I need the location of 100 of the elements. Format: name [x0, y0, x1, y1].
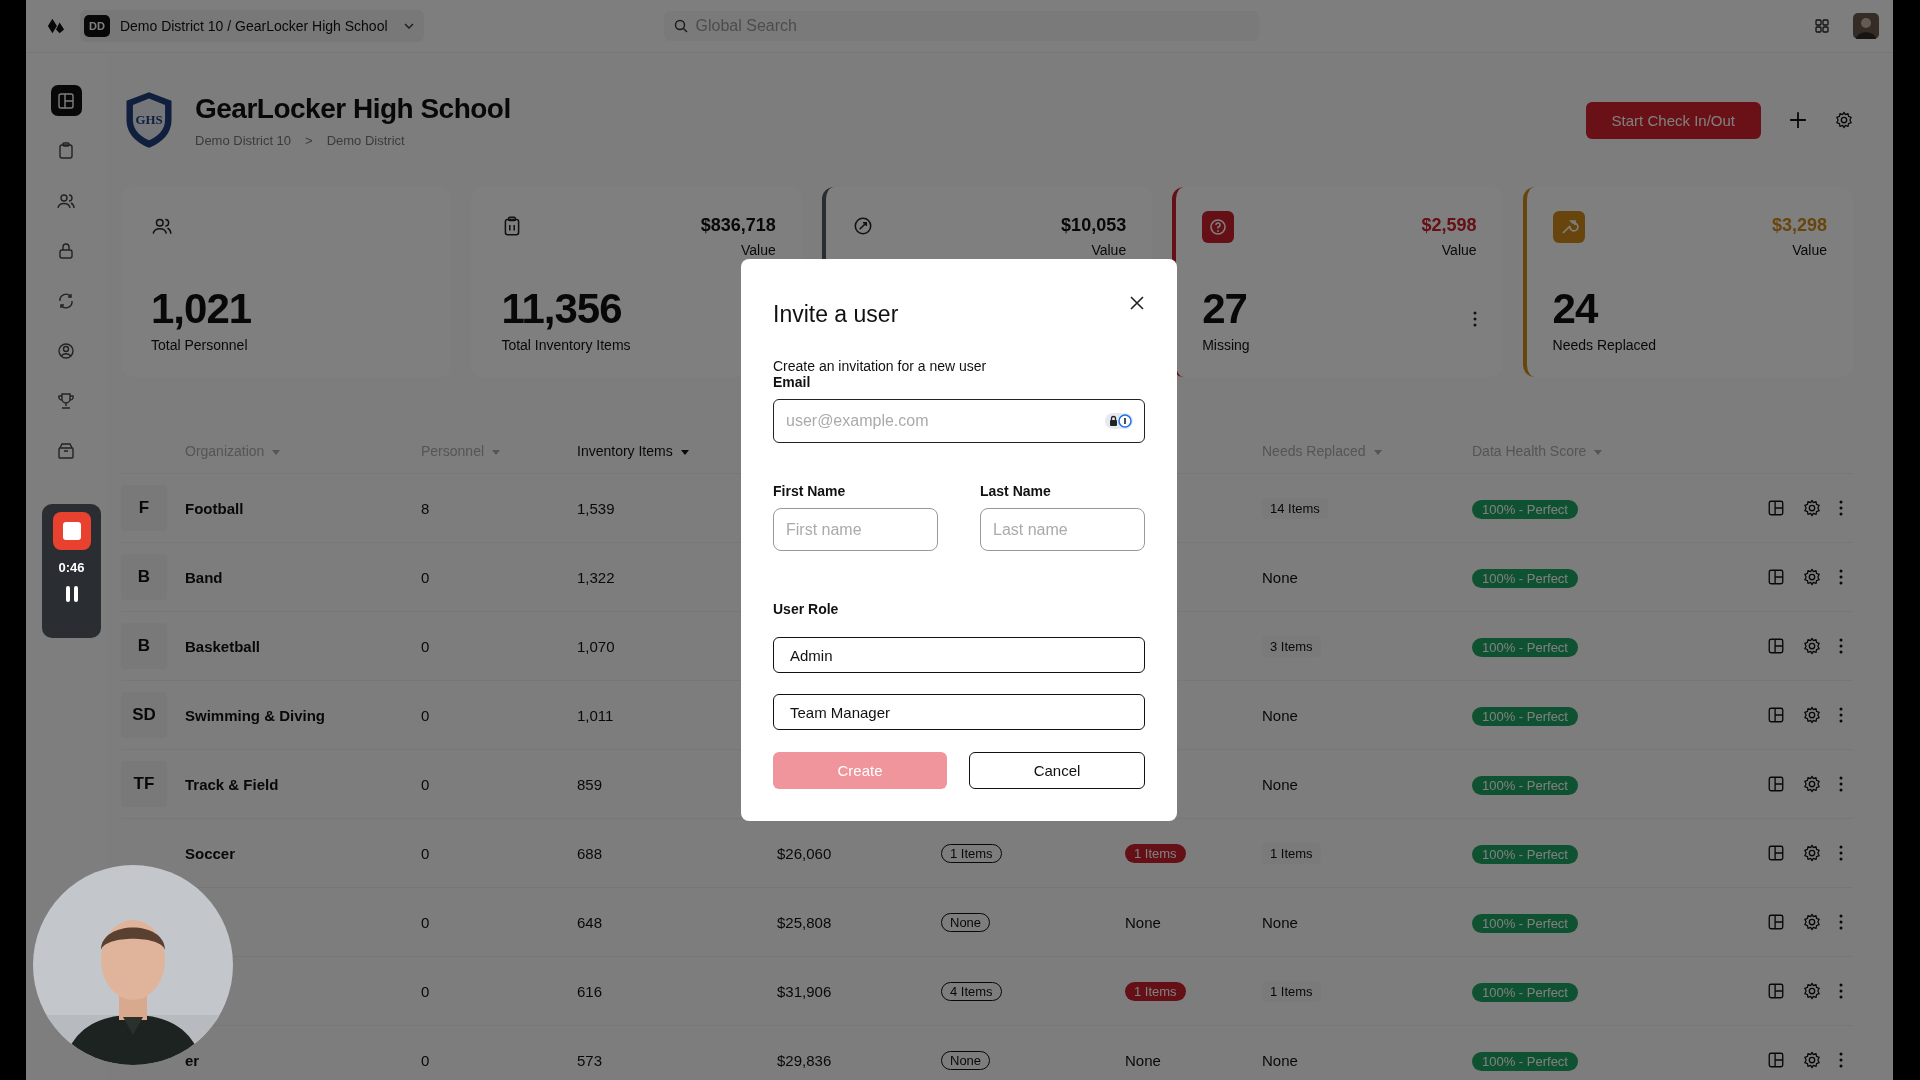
more-icon[interactable] — [1839, 638, 1843, 654]
box-icon — [56, 440, 76, 461]
stat-value: 27 — [1202, 285, 1248, 333]
health-badge: 100% - Perfect — [1472, 499, 1578, 519]
more-icon[interactable] — [1839, 845, 1843, 861]
stat-value: 11,356 — [501, 285, 623, 333]
more-icon[interactable] — [1839, 983, 1843, 999]
role-option[interactable]: Team Manager — [773, 694, 1145, 730]
more-icon[interactable] — [1839, 500, 1843, 516]
table-cell: 0 — [421, 913, 430, 931]
table-cell: 859 — [577, 775, 603, 793]
column-header[interactable]: Inventory Items — [577, 443, 777, 459]
table-cell: 0 — [421, 982, 430, 1000]
organization-name[interactable]: Track & Field — [185, 775, 279, 793]
wrench-icon — [1552, 211, 1585, 243]
table-cell: 8 — [421, 499, 430, 517]
layout-icon[interactable] — [1767, 706, 1785, 724]
table-cell: 0 — [421, 1051, 430, 1069]
breadcrumb-link[interactable]: Demo District 10 — [195, 132, 292, 148]
layout-icon[interactable] — [1767, 844, 1785, 862]
settings-icon[interactable] — [1803, 499, 1821, 517]
settings-icon[interactable] — [1803, 982, 1821, 1000]
organization-name[interactable]: er — [185, 1051, 200, 1069]
settings-icon[interactable] — [1803, 775, 1821, 793]
stat-amount-label: Value — [1792, 242, 1827, 258]
layout-icon[interactable] — [1767, 499, 1785, 517]
close-icon[interactable] — [1129, 295, 1145, 311]
sort-caret-icon — [1594, 449, 1603, 455]
workspace-switcher[interactable]: DD Demo District 10 / GearLocker High School — [80, 10, 424, 42]
initials-avatar: B — [121, 554, 167, 600]
more-icon[interactable] — [1839, 1052, 1843, 1068]
breadcrumb-separator: > — [305, 132, 313, 148]
layout-icon[interactable] — [1767, 568, 1785, 586]
table-cell: 0 — [421, 706, 430, 724]
table-cell: $25,808 — [777, 913, 832, 931]
table-cell: $29,836 — [777, 1051, 832, 1069]
more-icon[interactable] — [1839, 569, 1843, 585]
settings-icon[interactable] — [1803, 1051, 1821, 1069]
field-label: Email — [773, 374, 812, 390]
logo-icon[interactable] — [46, 17, 66, 35]
role-option[interactable]: Admin — [773, 637, 1145, 673]
table-cell: 1,539 — [577, 499, 615, 517]
table-cell: 0 — [421, 844, 430, 862]
health-badge: 100% - Perfect — [1472, 913, 1578, 933]
stat-value: 1,021 — [151, 285, 252, 333]
pause-icon[interactable] — [64, 585, 79, 603]
stat-label: Needs Replaced — [1552, 337, 1657, 353]
table-cell: $26,060 — [777, 844, 832, 862]
cancel-button[interactable]: Cancel — [969, 752, 1145, 789]
plus-icon[interactable] — [1789, 111, 1807, 129]
stat-amount-label: Value — [1091, 242, 1127, 258]
health-badge: 100% - Perfect — [1472, 775, 1578, 795]
start-check-button[interactable]: Start Check In/Out — [1585, 101, 1761, 139]
settings-icon[interactable] — [1803, 844, 1821, 862]
count-badge: 1 Items — [1125, 981, 1186, 1001]
avatar-icon[interactable] — [1853, 13, 1879, 39]
stat-amount: $2,598 — [1421, 215, 1477, 236]
layout-icon[interactable] — [1767, 913, 1785, 931]
more-icon[interactable] — [1839, 914, 1843, 930]
breadcrumb-link[interactable]: Demo District — [326, 132, 405, 148]
recording-time: 0:46 — [58, 560, 85, 575]
person-icon — [56, 340, 76, 361]
field-label: First Name — [773, 483, 847, 499]
settings-icon[interactable] — [1803, 706, 1821, 724]
more-icon[interactable] — [1839, 707, 1843, 723]
table-cell: None — [1262, 568, 1298, 586]
layout-icon[interactable] — [1767, 982, 1785, 1000]
stat-amount-label: Value — [741, 242, 776, 258]
organization-name[interactable]: Football — [185, 499, 244, 517]
stop-recording-button[interactable] — [52, 512, 91, 550]
table-cell: None — [1125, 913, 1161, 931]
organization-name[interactable]: Swimming & Diving — [185, 706, 325, 724]
table-cell: 0 — [421, 775, 430, 793]
layout-icon[interactable] — [1767, 775, 1785, 793]
organization-name[interactable]: Band — [185, 568, 223, 586]
sidebar-item[interactable] — [50, 85, 82, 116]
health-badge: 100% - Perfect — [1472, 568, 1578, 588]
settings-icon[interactable] — [1835, 111, 1853, 129]
table-cell: 648 — [577, 913, 603, 931]
more-icon[interactable] — [1839, 776, 1843, 792]
stat-amount: $10,053 — [1061, 215, 1127, 236]
layout-icon[interactable] — [1767, 637, 1785, 655]
organization-name[interactable]: Soccer — [185, 844, 236, 862]
table-cell: None — [1262, 775, 1298, 793]
health-badge: 100% - Perfect — [1472, 1051, 1578, 1071]
dialog-description: Create an invitation for a new user — [773, 358, 988, 374]
first-name-field[interactable]: First name — [773, 508, 938, 551]
last-name-field[interactable]: Last name — [980, 508, 1145, 551]
grid-icon[interactable] — [1815, 19, 1829, 33]
question-icon — [1202, 211, 1235, 243]
settings-icon[interactable] — [1803, 913, 1821, 931]
email-field[interactable]: user@example.com — [773, 399, 1145, 443]
stat-amount: $3,298 — [1771, 215, 1827, 236]
table-cell: 0 — [421, 637, 430, 655]
organization-name[interactable]: Basketball — [185, 637, 261, 655]
stat-amount: $836,718 — [700, 215, 776, 236]
more-icon[interactable] — [1472, 311, 1477, 327]
layout-icon[interactable] — [1767, 1051, 1785, 1069]
settings-icon[interactable] — [1803, 568, 1821, 586]
settings-icon[interactable] — [1803, 637, 1821, 655]
